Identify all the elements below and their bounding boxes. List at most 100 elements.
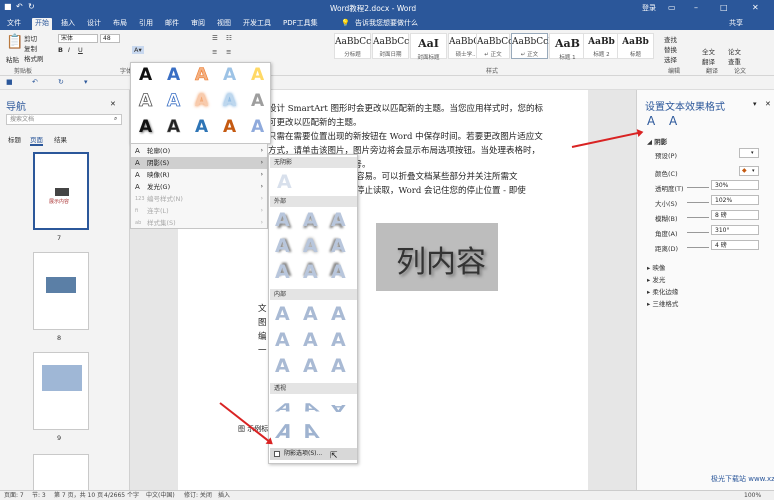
shadow-option[interactable]: A (303, 261, 318, 283)
status-words[interactable]: 4/2665 个字 (104, 491, 139, 500)
status-track-changes[interactable]: 修订: 关闭 (184, 491, 212, 500)
wordart-style[interactable]: A (167, 117, 181, 138)
wordart-style[interactable]: A (251, 91, 264, 111)
wordart-style[interactable]: A (195, 91, 208, 111)
cut-button[interactable]: 剪切 (24, 33, 37, 43)
close-icon[interactable]: ✕ (752, 3, 759, 12)
close-icon[interactable]: ✕ (765, 100, 771, 108)
text-fill-icon[interactable]: A (647, 114, 655, 128)
shadow-option[interactable]: A (331, 235, 346, 257)
section-3d-format[interactable]: ▸ 三维格式 (647, 298, 678, 308)
page-thumbnail[interactable] (33, 252, 89, 330)
menu-item-reflection[interactable]: A 映像(R) › (131, 169, 267, 181)
wordart-style[interactable]: A (195, 65, 209, 86)
shadow-option[interactable]: A (275, 303, 290, 325)
style-item-selected[interactable]: AaBbCcD ↵ 正文 (511, 33, 555, 59)
font-name-select[interactable]: 宋体 (58, 34, 98, 43)
paste-button[interactable]: 粘贴 (6, 54, 19, 64)
select-button[interactable]: 选择 (664, 54, 677, 64)
shadow-option[interactable]: A (275, 209, 290, 231)
undo-icon[interactable]: ↶ (32, 78, 38, 86)
shadow-option[interactable]: A (299, 401, 321, 414)
shadow-none-option[interactable]: A (277, 171, 292, 193)
tab-pages[interactable]: 页面 (30, 134, 43, 146)
wordart-style[interactable]: A (223, 65, 236, 85)
shadow-option[interactable]: A (331, 403, 346, 414)
shadow-option[interactable]: A (331, 355, 346, 377)
shadow-option[interactable]: A (303, 209, 318, 231)
page-thumbnail[interactable]: 展示内容 (33, 152, 89, 230)
ribbon-options-icon[interactable]: ▭ (668, 3, 676, 12)
save-icon[interactable]: ■ (6, 78, 13, 86)
wordart-style[interactable]: A (167, 91, 181, 112)
align-center-icon[interactable]: ≡ (226, 48, 231, 56)
undo-icon[interactable]: ↶ (16, 2, 23, 11)
angle-field[interactable]: 310° (711, 225, 759, 235)
copy-button[interactable]: 复制 (24, 43, 37, 53)
section-shadow[interactable]: ◢ 阴影 (647, 136, 667, 146)
redo-icon[interactable]: ↻ (28, 2, 35, 11)
style-item[interactable]: AaBbCc 分标题 (334, 33, 371, 59)
size-slider[interactable] (687, 202, 709, 203)
color-picker[interactable]: ◆ ▾ (739, 166, 759, 176)
status-language[interactable]: 中文(中国) (146, 491, 175, 500)
style-item[interactable]: AaBbCc ↵ 正文 (476, 33, 513, 59)
save-icon[interactable]: ■ (4, 2, 12, 11)
menu-item-outline[interactable]: A 轮廓(O) › (131, 145, 267, 157)
wordart-style[interactable]: A (195, 117, 208, 137)
login-link[interactable]: 登录 (642, 3, 656, 13)
tab-layout[interactable]: 布局 (110, 18, 130, 30)
section-glow[interactable]: ▸ 发光 (647, 274, 665, 284)
distance-slider[interactable] (687, 247, 709, 248)
tell-me-input[interactable]: 告诉我您想要做什么 (352, 18, 421, 30)
italic-button[interactable]: I (68, 46, 70, 54)
shadow-option[interactable]: A (303, 235, 318, 257)
shadow-option[interactable]: A (331, 329, 346, 351)
shadow-option[interactable]: A (303, 303, 318, 325)
style-item[interactable]: AaB 标题 1 (549, 33, 586, 61)
shadow-option[interactable]: A (331, 209, 346, 231)
shadow-option[interactable]: A (331, 261, 346, 283)
shadow-option[interactable]: A (275, 261, 290, 283)
wordart-shape[interactable]: 列内容 (376, 223, 498, 291)
search-icon[interactable]: ⌕ (114, 115, 117, 123)
distance-field[interactable]: 4 磅 (711, 240, 759, 250)
redo-icon[interactable]: ↻ (58, 78, 64, 86)
style-item[interactable]: AaBb 标题 2 (583, 33, 620, 59)
nav-search-input[interactable]: 搜索文档 (6, 114, 122, 125)
shadow-option[interactable]: A (303, 355, 318, 377)
wordart-style[interactable]: A (139, 65, 152, 85)
font-size-select[interactable]: 48 (100, 34, 120, 43)
menu-item-glow[interactable]: A 发光(G) › (131, 181, 267, 193)
tab-view[interactable]: 视图 (214, 18, 234, 30)
zoom-level[interactable]: 100% (744, 491, 761, 500)
blur-field[interactable]: 8 磅 (711, 210, 759, 220)
paste-icon[interactable]: 📋 (6, 34, 23, 50)
pane-options-icon[interactable]: ▾ (753, 100, 757, 108)
tab-pdf-tools[interactable]: PDF工具集 (280, 18, 321, 30)
paper-check-button[interactable]: 论文查重 (728, 46, 744, 66)
section-reflection[interactable]: ▸ 映像 (647, 262, 665, 272)
translate-button[interactable]: 全文翻译 (702, 46, 718, 66)
preset-dropdown[interactable]: ▾ (739, 148, 759, 158)
text-effects-button[interactable]: A▾ (132, 46, 144, 54)
minimize-icon[interactable]: – (694, 3, 698, 12)
tab-insert[interactable]: 插入 (58, 18, 78, 30)
shadow-option[interactable]: A (331, 303, 346, 325)
blur-slider[interactable] (687, 217, 709, 218)
text-effects-icon[interactable]: A (669, 114, 677, 128)
shadow-option[interactable]: A (303, 329, 318, 351)
style-item[interactable]: AaI 封面标题 (410, 33, 447, 61)
tab-developer[interactable]: 开发工具 (240, 18, 274, 30)
numbering-icon[interactable]: ☷ (226, 34, 232, 42)
menu-item-shadow[interactable]: A 阴影(S) › (131, 157, 267, 169)
transparency-field[interactable]: 30% (711, 180, 759, 190)
transparency-slider[interactable] (687, 187, 709, 188)
tab-headings[interactable]: 标题 (8, 134, 21, 144)
shadow-option[interactable]: A (273, 401, 295, 414)
tab-results[interactable]: 结果 (54, 134, 67, 144)
wordart-style[interactable]: A (223, 117, 236, 137)
tab-references[interactable]: 引用 (136, 18, 156, 30)
size-field[interactable]: 102% (711, 195, 759, 205)
shadow-option[interactable]: A (275, 355, 290, 377)
